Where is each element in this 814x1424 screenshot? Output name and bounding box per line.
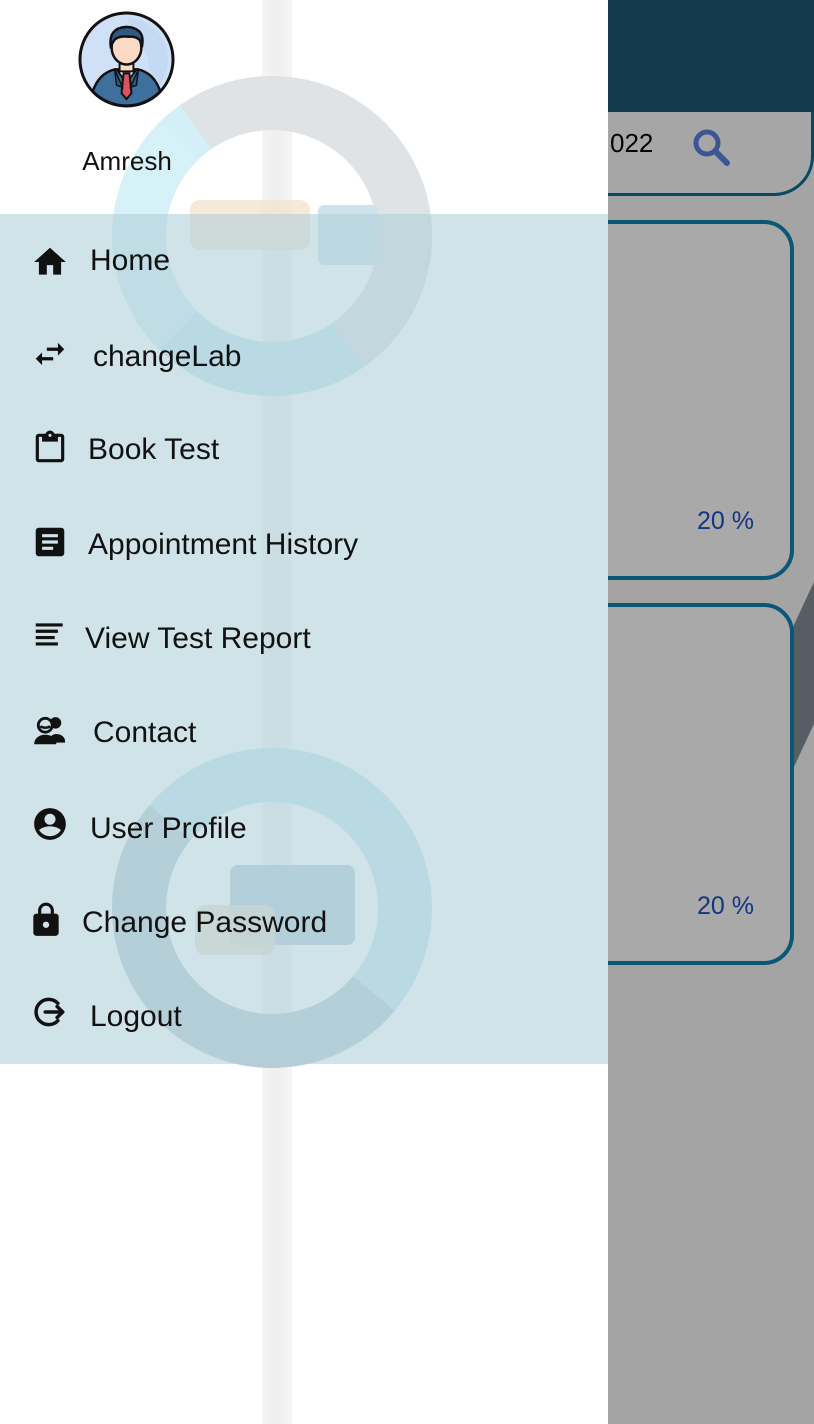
menu-item-appointment-history[interactable]: Appointment History	[0, 506, 608, 586]
swap-arrows-icon	[30, 334, 70, 374]
menu-item-view-test-report[interactable]: View Test Report	[0, 600, 608, 680]
businessman-avatar-icon	[78, 11, 175, 108]
account-circle-icon	[30, 804, 70, 844]
menu-item-label: Book Test	[88, 433, 220, 466]
menu-item-label: changeLab	[93, 340, 242, 373]
menu-item-logout[interactable]: Logout	[0, 976, 608, 1056]
menu-item-label: Change Password	[82, 906, 328, 939]
home-icon	[30, 242, 70, 282]
navigation-drawer: Amresh Home changeLab Book Test Appointm…	[0, 0, 608, 1424]
menu-item-change-password[interactable]: Change Password	[0, 882, 608, 962]
people-icon	[30, 710, 70, 750]
menu-item-label: Home	[90, 244, 171, 277]
menu-item-label: Contact	[93, 716, 197, 749]
menu-item-label: Logout	[90, 1000, 182, 1033]
document-list-icon	[30, 522, 70, 562]
lock-icon	[26, 900, 66, 940]
clipboard-icon	[30, 428, 70, 468]
menu-item-home[interactable]: Home	[0, 222, 608, 302]
logout-icon	[30, 992, 70, 1032]
menu-item-book-test[interactable]: Book Test	[0, 410, 608, 490]
menu-item-contact[interactable]: Contact	[0, 694, 608, 774]
menu-item-label: Appointment History	[88, 528, 359, 561]
menu-item-label: View Test Report	[85, 622, 311, 655]
drawer-header: Amresh	[0, 0, 608, 214]
menu-item-user-profile[interactable]: User Profile	[0, 788, 608, 868]
notes-lines-icon	[30, 616, 70, 656]
avatar[interactable]	[77, 10, 176, 109]
user-name: Amresh	[82, 146, 172, 176]
drawer-menu: Home changeLab Book Test Appointment His…	[0, 214, 608, 1064]
menu-item-changelab[interactable]: changeLab	[0, 318, 608, 398]
menu-item-label: User Profile	[90, 812, 247, 845]
